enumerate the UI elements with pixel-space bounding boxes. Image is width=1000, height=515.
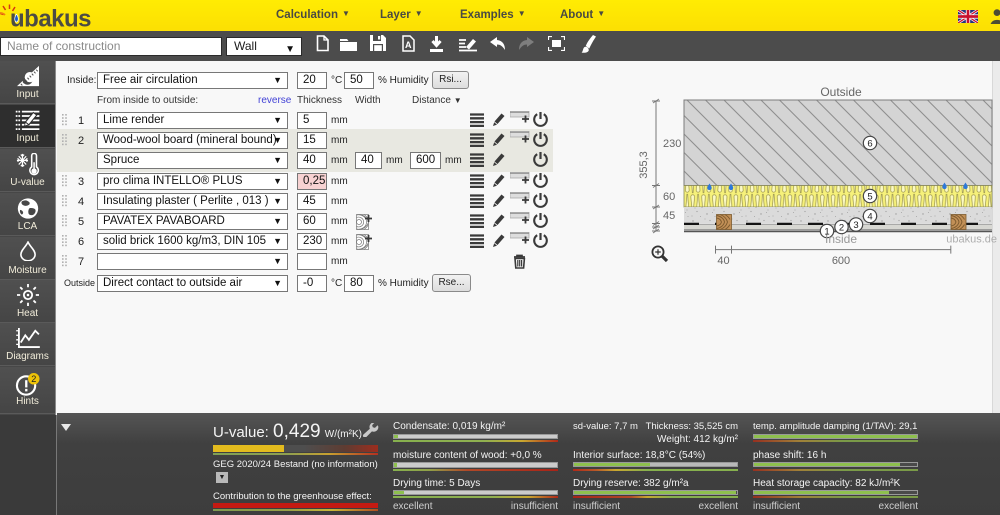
svg-text:60: 60: [663, 191, 675, 203]
svg-text:2: 2: [31, 374, 36, 384]
svg-text:ubakus.de: ubakus.de: [946, 234, 997, 246]
svg-text:Outside: Outside: [820, 86, 862, 99]
svg-text:355,3: 355,3: [638, 151, 650, 179]
svg-text:A: A: [405, 40, 412, 50]
svg-text:6: 6: [867, 138, 872, 149]
svg-text:45: 45: [663, 210, 675, 222]
svg-text:230: 230: [663, 138, 681, 150]
svg-text:4: 4: [867, 211, 872, 222]
svg-text:3: 3: [853, 220, 858, 231]
svg-text:Inside: Inside: [825, 232, 857, 246]
svg-text:40: 40: [717, 255, 729, 267]
svg-text:600: 600: [832, 255, 850, 267]
svg-text:5: 5: [867, 191, 872, 202]
svg-text:ubakus: ubakus: [10, 6, 91, 32]
